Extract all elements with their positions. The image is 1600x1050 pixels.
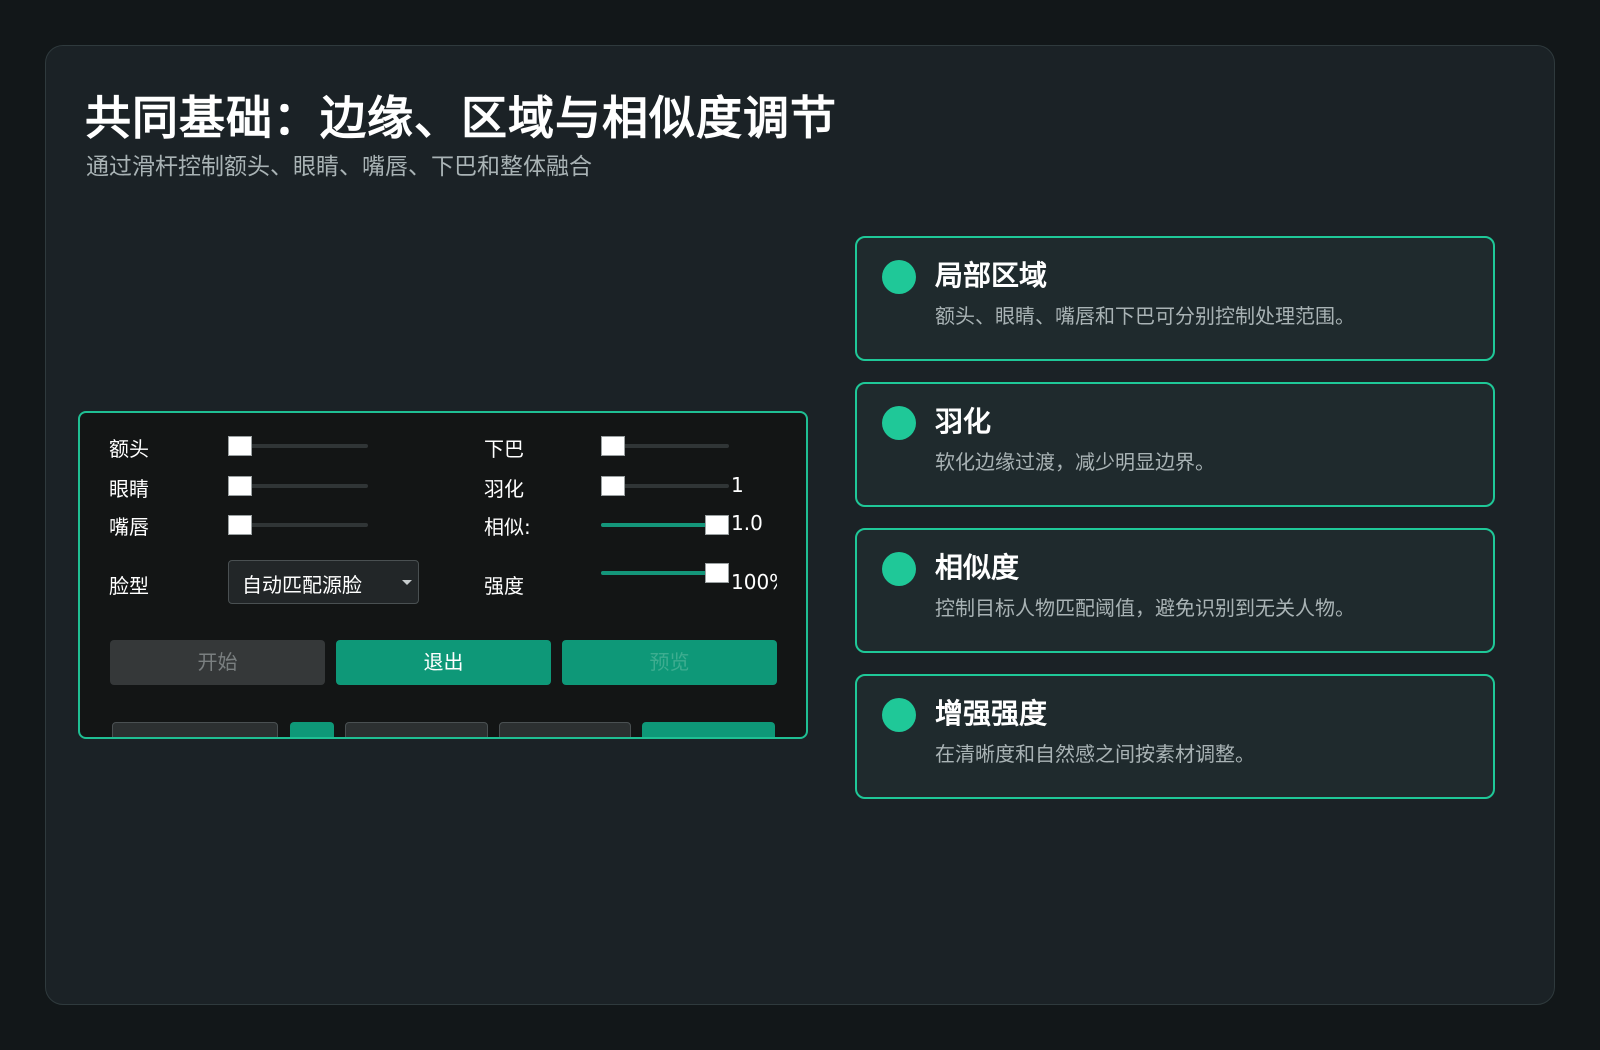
info-item-feather: 羽化 软化边缘过渡，减少明显边界。 xyxy=(855,382,1495,507)
item-title: 局部区域 xyxy=(935,259,1048,292)
preview-button[interactable]: 预览 xyxy=(562,640,777,685)
chin-label: 下巴 xyxy=(484,437,524,461)
eyes-label: 眼睛 xyxy=(109,477,149,501)
feather-slider[interactable] xyxy=(601,476,729,496)
feather-value: 1 xyxy=(731,473,744,497)
slider-thumb[interactable] xyxy=(601,436,625,456)
control-panel: 额头 眼睛 嘴唇 脸型 自动匹配源脸 下巴 羽化 1 相似: 1.0 强度 10 xyxy=(78,411,808,739)
similarity-label: 相似: xyxy=(484,515,531,539)
slider-thumb[interactable] xyxy=(601,476,625,496)
item-description: 额头、眼睛、嘴唇和下巴可分别控制处理范围。 xyxy=(935,304,1355,328)
start-button[interactable]: 开始 xyxy=(110,640,325,685)
clipped-control[interactable] xyxy=(642,722,775,737)
exit-button[interactable]: 退出 xyxy=(336,640,551,685)
chevron-down-icon xyxy=(402,580,412,585)
item-title: 相似度 xyxy=(935,551,1020,584)
item-title: 增强强度 xyxy=(935,697,1048,730)
strength-label: 强度 xyxy=(484,574,524,598)
similarity-value: 1.0 xyxy=(731,511,763,535)
item-title: 羽化 xyxy=(935,405,992,438)
clipped-control[interactable] xyxy=(499,722,631,737)
slider-thumb[interactable] xyxy=(228,476,252,496)
bullet-dot-icon xyxy=(882,698,916,732)
clipped-control[interactable] xyxy=(112,722,278,737)
chin-slider[interactable] xyxy=(601,436,729,456)
slider-thumb[interactable] xyxy=(228,515,252,535)
strength-slider[interactable] xyxy=(601,563,729,583)
feather-label: 羽化 xyxy=(484,477,524,501)
face-shape-value: 自动匹配源脸 xyxy=(242,573,362,597)
bullet-dot-icon xyxy=(882,552,916,586)
forehead-slider[interactable] xyxy=(228,436,368,456)
forehead-label: 额头 xyxy=(109,437,149,461)
slider-thumb[interactable] xyxy=(705,515,729,535)
page-subtitle: 通过滑杆控制额头、眼睛、嘴唇、下巴和整体融合 xyxy=(86,154,592,180)
slider-thumb[interactable] xyxy=(705,563,729,583)
bullet-dot-icon xyxy=(882,260,916,294)
lips-slider[interactable] xyxy=(228,515,368,535)
clipped-control[interactable] xyxy=(290,722,334,737)
lips-label: 嘴唇 xyxy=(109,515,149,539)
page-title: 共同基础：边缘、区域与相似度调节 xyxy=(85,91,837,145)
slider-thumb[interactable] xyxy=(228,436,252,456)
strength-value: 100% xyxy=(731,570,777,594)
clipped-control[interactable] xyxy=(345,722,488,737)
bullet-dot-icon xyxy=(882,406,916,440)
slider-fill xyxy=(601,523,717,527)
item-description: 软化边缘过渡，减少明显边界。 xyxy=(935,450,1215,474)
face-shape-label: 脸型 xyxy=(109,574,149,598)
eyes-slider[interactable] xyxy=(228,476,368,496)
similarity-slider[interactable] xyxy=(601,515,729,535)
face-shape-select[interactable]: 自动匹配源脸 xyxy=(228,560,419,604)
item-description: 在清晰度和自然感之间按素材调整。 xyxy=(935,742,1255,766)
info-item-similarity: 相似度 控制目标人物匹配阈值，避免识别到无关人物。 xyxy=(855,528,1495,653)
info-item-local-region: 局部区域 额头、眼睛、嘴唇和下巴可分别控制处理范围。 xyxy=(855,236,1495,361)
slider-fill xyxy=(601,571,717,575)
item-description: 控制目标人物匹配阈值，避免识别到无关人物。 xyxy=(935,596,1355,620)
info-item-strength: 增强强度 在清晰度和自然感之间按素材调整。 xyxy=(855,674,1495,799)
